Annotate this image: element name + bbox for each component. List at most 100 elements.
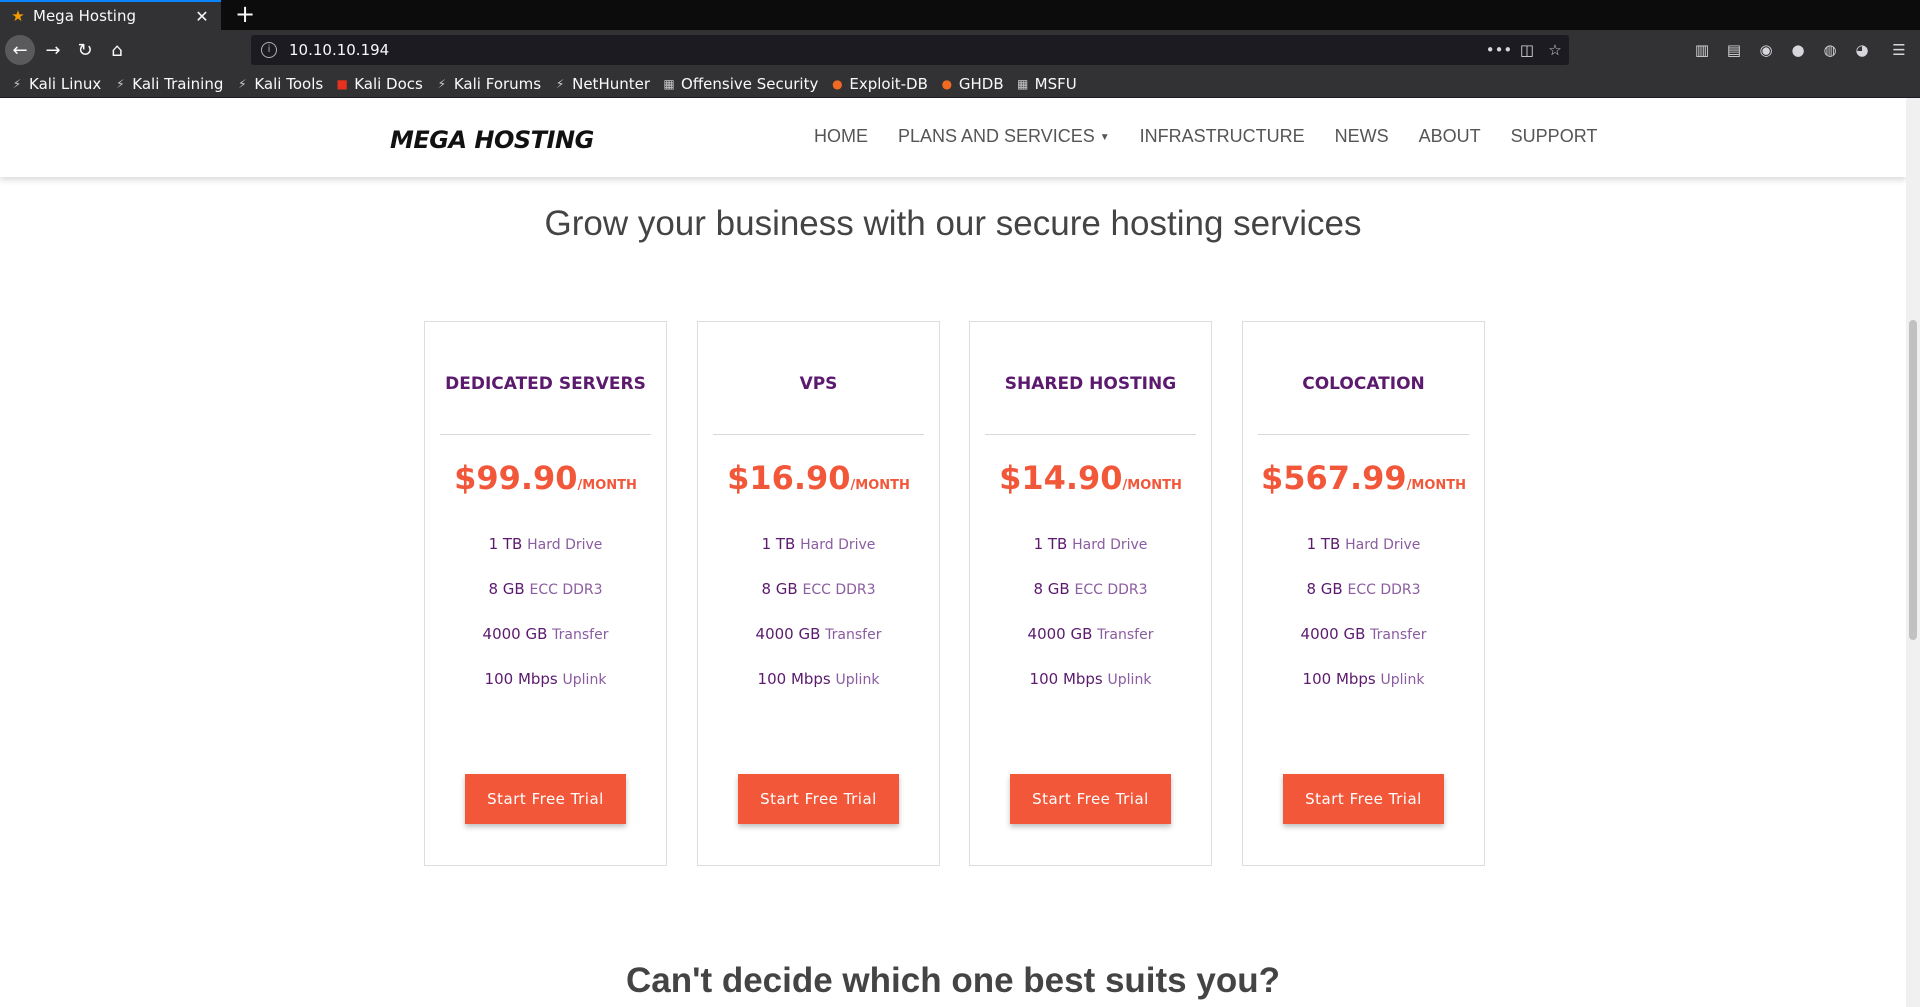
feature-memory: 8 GB ECC DDR3 [1243,580,1484,598]
library-icon[interactable]: ▥ [1691,40,1713,60]
feature-storage: 1 TB Hard Drive [1243,535,1484,553]
page-scrollbar[interactable] [1906,98,1920,1007]
pocket-icon[interactable]: ◫ [1513,41,1541,59]
price-unit: /MONTH [1122,478,1182,493]
nethunter-icon: ⚡ [555,76,565,91]
bookmark-nethunter[interactable]: ⚡ NetHunter [553,75,650,93]
active-tab[interactable]: ★ Mega Hosting ✕ [0,0,221,30]
feature-label: Uplink [562,672,607,688]
plan-price: $14.90/MONTH [970,459,1211,497]
feature-storage: 1 TB Hard Drive [970,535,1211,553]
feature-value: 1 TB [488,535,523,553]
plan-card-shared-hosting: SHARED HOSTING $14.90/MONTH 1 TB Hard Dr… [969,321,1212,866]
bookmark-kali-training[interactable]: ⚡ Kali Training [113,75,223,93]
start-free-trial-button[interactable]: Start Free Trial [465,774,626,824]
home-icon[interactable]: ⌂ [102,35,132,65]
feature-value: 4000 GB [755,625,821,643]
bookmark-kali-linux[interactable]: ⚡ Kali Linux [10,75,102,93]
feature-value: 100 Mbps [1029,670,1103,688]
feature-value: 1 TB [1306,535,1341,553]
feature-label: ECC DDR3 [802,582,876,598]
price-unit: /MONTH [1406,478,1467,493]
page-actions-icon[interactable]: ••• [1485,41,1513,59]
price-amount: $99.90 [454,459,578,497]
feature-value: 4000 GB [1300,625,1366,643]
new-tab-icon[interactable]: + [230,0,260,30]
kali-dragon-icon: ⚡ [12,76,22,91]
menu-home[interactable]: HOME [814,126,868,147]
menu-plans-label: PLANS AND SERVICES [898,126,1095,146]
feature-label: Transfer [1370,627,1427,643]
kali-docs-icon: ■ [336,76,348,91]
bookmark-kali-forums[interactable]: ⚡ Kali Forums [435,75,541,93]
plan-card-colocation: COLOCATION $567.99/MONTH 1 TB Hard Drive… [1242,321,1485,866]
sidebar-icon[interactable]: ▤ [1723,40,1745,60]
bookmark-msfu[interactable]: ▦ MSFU [1016,75,1077,93]
bookmark-kali-docs[interactable]: ■ Kali Docs [335,75,423,93]
feature-value: 8 GB [1306,580,1343,598]
site-logo[interactable]: MEGA HOSTING [390,126,594,154]
navigation-toolbar: ← → ↻ ⌂ i 10.10.10.194 ••• ◫ ☆ ▥ ▤ ◉ ● ◍… [0,30,1920,70]
menu-hamburger-icon[interactable]: ☰ [1888,40,1910,60]
feature-value: 4000 GB [1027,625,1093,643]
extension-color-icon[interactable]: ◕ [1851,40,1873,60]
feature-transfer: 4000 GB Transfer [1243,625,1484,643]
close-icon[interactable]: ✕ [193,7,211,26]
section-headline: Grow your business with our secure hosti… [544,204,1362,243]
feature-label: Uplink [835,672,880,688]
price-amount: $567.99 [1260,459,1407,497]
account-icon[interactable]: ◉ [1755,40,1777,60]
reload-icon[interactable]: ↻ [70,35,100,65]
extension-gray-icon[interactable]: ◍ [1819,40,1841,60]
feature-transfer: 4000 GB Transfer [970,625,1211,643]
bookmark-offensive-security[interactable]: ▦ Offensive Security [662,75,818,93]
main-menu: HOME PLANS AND SERVICES ▼ INFRASTRUCTURE … [814,126,1627,147]
extension-dark-icon[interactable]: ● [1787,40,1809,60]
start-free-trial-button[interactable]: Start Free Trial [1283,774,1444,824]
menu-plans-and-services[interactable]: PLANS AND SERVICES ▼ [898,126,1110,147]
msfu-icon: ▦ [1016,76,1029,91]
bookmark-ghdb[interactable]: ● GHDB [940,75,1004,93]
ghdb-icon: ● [941,76,953,91]
feature-memory: 8 GB ECC DDR3 [425,580,666,598]
plan-title: DEDICATED SERVERS [445,374,646,394]
feature-value: 100 Mbps [484,670,558,688]
menu-support[interactable]: SUPPORT [1511,126,1598,147]
feature-label: Transfer [552,627,609,643]
start-free-trial-button[interactable]: Start Free Trial [1010,774,1171,824]
menu-infrastructure[interactable]: INFRASTRUCTURE [1140,126,1305,147]
url-bar[interactable]: i 10.10.10.194 ••• ◫ ☆ [251,35,1569,65]
bookmark-kali-tools[interactable]: ⚡ Kali Tools [235,75,323,93]
start-free-trial-button[interactable]: Start Free Trial [738,774,899,824]
bookmark-exploit-db[interactable]: ● Exploit-DB [830,75,928,93]
bookmarks-toolbar: ⚡ Kali Linux ⚡ Kali Training ⚡ Kali Tools ■… [0,70,1920,98]
feature-label: Transfer [825,627,882,643]
feature-label: Uplink [1380,672,1425,688]
feature-storage: 1 TB Hard Drive [698,535,939,553]
plan-card-dedicated: DEDICATED SERVERS $99.90/MONTH 1 TB Hard… [424,321,667,866]
kali-dragon-icon: ⚡ [437,76,447,91]
price-unit: /MONTH [850,478,910,493]
feature-label: Hard Drive [1072,537,1148,553]
caret-down-icon: ▼ [1099,131,1110,143]
feature-value: 1 TB [761,535,796,553]
feature-uplink: 100 Mbps Uplink [698,670,939,688]
back-arrow-icon[interactable]: ← [5,35,35,65]
menu-news[interactable]: NEWS [1335,126,1389,147]
site-info-icon[interactable]: i [261,42,277,58]
forward-arrow-icon[interactable]: → [38,35,68,65]
bookmark-star-icon[interactable]: ☆ [1541,41,1569,59]
plan-price: $16.90/MONTH [698,459,939,497]
feature-value: 1 TB [1033,535,1068,553]
divider [985,434,1196,435]
menu-about[interactable]: ABOUT [1419,126,1481,147]
tab-strip: ★ Mega Hosting ✕ + [0,0,1920,30]
feature-label: Hard Drive [527,537,603,553]
star-favicon-icon: ★ [11,7,25,25]
plan-title: VPS [799,374,838,394]
offsec-icon: ▦ [663,76,675,91]
url-input[interactable]: 10.10.10.194 [289,41,1485,59]
divider [440,434,651,435]
scrollbar-thumb[interactable] [1909,320,1917,640]
feature-label: Hard Drive [1345,537,1421,553]
